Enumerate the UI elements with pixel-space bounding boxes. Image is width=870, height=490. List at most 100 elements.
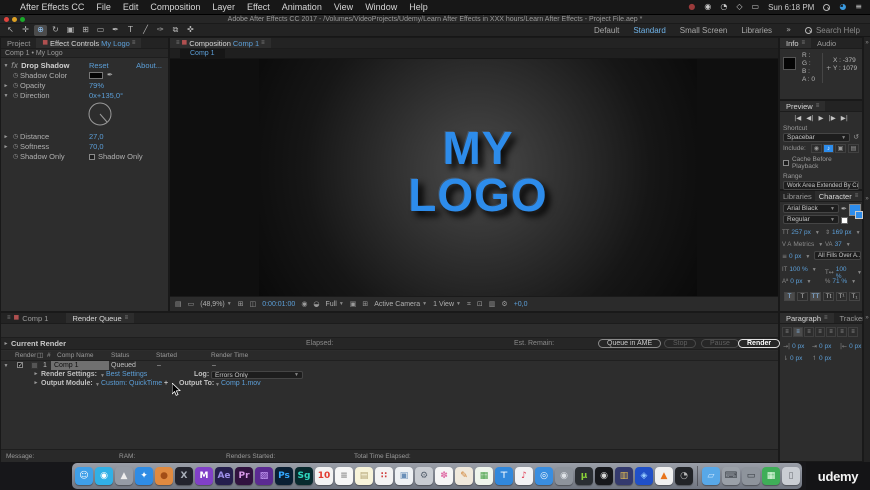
align-button[interactable]: ≡ (848, 327, 858, 337)
menubar-item[interactable]: Edit (123, 2, 139, 12)
twirl-right-icon[interactable]: ► (31, 371, 41, 377)
tab-effect-controls[interactable]: ■ Effect Controls My Logo ≡ (36, 38, 141, 48)
tool-button[interactable]: ▭ (94, 25, 107, 36)
pixel-aspect-icon[interactable]: ⌗ (467, 300, 471, 309)
align-button[interactable]: ≡ (837, 327, 847, 337)
render-row-checkbox[interactable] (17, 362, 23, 368)
dock-folder-icon[interactable]: ▱ (702, 467, 720, 485)
comp-canvas[interactable]: MY LOGO (259, 59, 697, 297)
dock-app-icon[interactable]: Pr (235, 467, 253, 485)
dock-app-icon[interactable]: M (195, 467, 213, 485)
dock-app-icon[interactable]: ▲ (115, 467, 133, 485)
menubar-item[interactable]: Effect (247, 2, 270, 12)
fast-previews-icon[interactable]: ⊡ (477, 300, 483, 308)
stroke-width-value[interactable]: 0 px (789, 253, 801, 260)
dock-app-icon[interactable]: ▲ (655, 467, 673, 485)
panel-menu-icon[interactable]: ≡ (176, 40, 180, 46)
include-audio-icon[interactable]: ♪ (823, 144, 834, 153)
current-time-display[interactable]: 0:00:01:00 (262, 301, 295, 308)
dock-app-icon[interactable]: ◉ (95, 467, 113, 485)
render-settings-value[interactable]: Best Settings (106, 371, 147, 378)
dock-app-icon[interactable]: ● (155, 467, 173, 485)
cache-before-playback-checkbox[interactable] (783, 160, 789, 166)
snapshot-icon[interactable]: ▤ (175, 300, 182, 308)
opacity-value[interactable]: 79% (89, 81, 104, 90)
dock-app-icon[interactable]: ◉ (555, 467, 573, 485)
output-module-value[interactable]: Custom: QuickTime (101, 380, 162, 387)
transport-button[interactable]: ▶ (819, 115, 824, 122)
indent-left-value[interactable]: 0 px (792, 343, 804, 350)
menubar-item[interactable]: Composition (150, 2, 200, 12)
menubar-item[interactable]: Window (365, 2, 397, 12)
region-of-interest-icon[interactable]: ▣ (350, 300, 357, 308)
menubar-item[interactable]: View (334, 2, 353, 12)
dock-folder-icon[interactable]: ▦ (762, 467, 780, 485)
character-style-button[interactable]: T (784, 292, 795, 301)
menubar-status-icon[interactable]: ◉ (704, 3, 711, 11)
log-select[interactable]: Errors Only▼ (211, 371, 303, 379)
stopwatch-icon[interactable]: ◷ (11, 134, 20, 140)
dock-app-icon[interactable]: ◈ (635, 467, 653, 485)
transport-button[interactable]: |▶ (829, 115, 836, 122)
menubar-item[interactable]: Layer (212, 2, 235, 12)
reset-icon[interactable]: ↺ (853, 134, 859, 141)
dock-app-icon[interactable]: ☺ (75, 467, 93, 485)
shadow-color-swatch[interactable] (89, 72, 103, 79)
stopwatch-icon[interactable]: ◷ (11, 144, 20, 150)
stopwatch-icon[interactable]: ◷ (11, 83, 20, 89)
align-button[interactable]: ≡ (804, 327, 814, 337)
tab-comp-timeline[interactable]: ≡ ■ Comp 1 (1, 313, 54, 323)
twirl-right-icon[interactable]: ▸ (1, 340, 11, 347)
exposure-offset[interactable]: +0,0 (514, 301, 528, 308)
workspace-tab[interactable]: Libraries (741, 26, 772, 35)
tsume-value[interactable]: 71 % (832, 278, 847, 285)
dock-app-icon[interactable]: Ae (215, 467, 233, 485)
eyedropper-icon[interactable]: ✒ (107, 72, 113, 79)
dock-app-icon[interactable]: Sg (295, 467, 313, 485)
character-style-button[interactable]: T (797, 292, 808, 301)
dock-app-icon[interactable]: ▨ (255, 467, 273, 485)
tool-button[interactable]: ✑ (154, 25, 167, 36)
tab-info[interactable]: Info≡ (780, 38, 811, 48)
tab-preview[interactable]: Preview≡ (780, 101, 825, 111)
effect-name[interactable]: Drop Shadow (21, 61, 69, 70)
output-to-value[interactable]: Comp 1.mov (221, 380, 261, 387)
chevron-down-icon[interactable]: ▼ (95, 382, 100, 388)
notification-center-icon[interactable]: ≡ (855, 3, 862, 11)
menubar-status-icon[interactable]: ● (688, 3, 695, 11)
search-help-box[interactable]: Search Help (805, 26, 860, 35)
tab-libraries[interactable]: Libraries (780, 191, 815, 201)
workspace-tab[interactable]: Small Screen (680, 26, 728, 35)
col-status[interactable]: Status (111, 352, 129, 359)
dock-app-icon[interactable]: µ (575, 467, 593, 485)
col-started[interactable]: Started (156, 352, 177, 359)
align-button[interactable]: ≡ (815, 327, 825, 337)
mask-visibility-icon[interactable]: ◫ (250, 300, 257, 308)
comp-viewport[interactable]: MY LOGO (170, 59, 778, 296)
siri-icon[interactable]: ◕ (839, 3, 846, 11)
show-channel-icon[interactable]: ▭ (188, 300, 195, 308)
tool-button[interactable]: ⊕ (34, 25, 47, 36)
channel-icon[interactable]: ◒ (313, 300, 319, 308)
tool-button[interactable]: ⧉ (169, 25, 182, 36)
tool-button[interactable]: T (124, 25, 137, 36)
space-after-value[interactable]: 0 px (819, 355, 831, 362)
dock-folder-icon[interactable]: ▭ (742, 467, 760, 485)
transport-button[interactable]: |◀ (794, 115, 801, 122)
twirl-right-icon[interactable]: ► (1, 144, 11, 150)
dock-app-icon[interactable]: ✎ (455, 467, 473, 485)
dock-app-icon[interactable]: ▦ (475, 467, 493, 485)
panel-menu-icon[interactable]: ≡ (816, 103, 820, 109)
collapsed-panel-strip-bottom[interactable]: » (863, 312, 870, 462)
font-family-select[interactable]: Arial Black▼ (783, 204, 839, 213)
workspace-tab[interactable]: Default (594, 26, 619, 35)
tab-audio[interactable]: Audio (811, 38, 842, 48)
twirl-down-icon[interactable]: ▼ (1, 363, 11, 369)
render-queue-row[interactable]: ▼ 1 Comp 1 Queued – – (1, 361, 778, 371)
collapsed-panel-strip[interactable]: »» (863, 37, 870, 312)
menubar-status-icon[interactable]: ▭ (752, 3, 760, 11)
distance-value[interactable]: 27,0 (89, 132, 104, 141)
menubar-item[interactable]: Help (409, 2, 428, 12)
align-button[interactable]: ≡ (826, 327, 836, 337)
menubar-status-icon[interactable]: ◔ (720, 3, 727, 11)
